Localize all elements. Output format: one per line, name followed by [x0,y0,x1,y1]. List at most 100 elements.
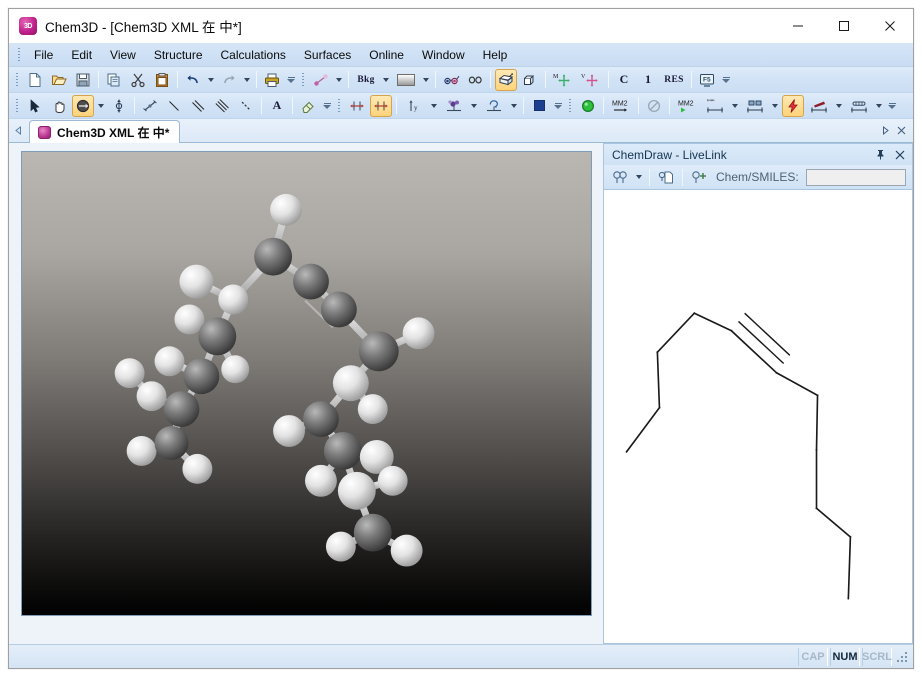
perspective-box-button[interactable] [495,68,517,91]
show-serial-numbers-button[interactable]: 1 [637,69,659,91]
move-model-button[interactable]: M [550,69,576,91]
frames-dropdown-arrow-icon[interactable] [769,95,781,117]
rotate-tool-dropdown-arrow-icon[interactable] [95,95,107,117]
rotate-dial-dropdown-arrow-icon[interactable] [508,95,520,117]
stereo-pair-button[interactable] [464,69,486,91]
menu-surfaces[interactable]: Surfaces [295,45,360,65]
minimize-energy-button[interactable] [577,95,599,117]
background-color-button[interactable]: Bkg [353,69,379,91]
gradient-dropdown-arrow-icon[interactable] [420,69,432,91]
minimize-button[interactable] [775,9,821,43]
tab-scroll-left-arrow-icon[interactable] [9,119,27,142]
ribbon-dropdown-arrow-icon[interactable] [833,95,845,117]
pin-icon[interactable] [872,146,889,164]
maximize-button[interactable] [821,9,867,43]
livelink-close-icon[interactable] [891,146,908,164]
cut-button[interactable] [127,69,149,91]
menu-help[interactable]: Help [474,45,517,65]
redo-button[interactable] [218,69,240,91]
menu-online[interactable]: Online [360,45,413,65]
view-crosshair-button[interactable]: V [578,69,604,91]
menu-view[interactable]: View [101,45,145,65]
rotate-dial-button[interactable] [481,95,507,117]
frames-button[interactable] [742,95,768,117]
pan-tool[interactable] [48,95,70,117]
trajectory-dropdown-arrow-icon[interactable] [729,95,741,117]
double-bond-tool[interactable] [187,95,209,117]
measure-toolbar-overflow-button[interactable] [552,95,564,117]
eraser-tool[interactable] [297,95,319,117]
show-carbons-button[interactable]: C [613,69,635,91]
menubar-drag-handle[interactable] [15,46,23,64]
measure-toolbar-drag-handle[interactable] [335,97,343,115]
resize-grip[interactable] [894,648,910,666]
background-gradient-button[interactable] [393,69,419,91]
single-bond-tool[interactable] [163,95,185,117]
calc-toolbar-overflow-button[interactable] [886,95,898,117]
display-toolbar-overflow-button[interactable] [720,69,732,91]
dashed-bond-tool[interactable] [235,95,257,117]
stop-calculation-button[interactable] [643,95,665,117]
model-display-dropdown-arrow-icon[interactable] [333,69,345,91]
model-display-button[interactable] [310,69,332,91]
document-tab[interactable]: Chem3D XML 在 中* [29,120,181,143]
stereo-glasses-button[interactable] [440,69,462,91]
measure-angle-button[interactable] [370,94,392,117]
translate-tool[interactable] [139,95,161,117]
redo-dropdown-arrow-icon[interactable] [241,69,253,91]
fullscreen-button[interactable]: F5 [696,69,718,91]
ribbon-button[interactable] [806,95,832,117]
menu-file[interactable]: File [25,45,62,65]
smiles-input[interactable] [805,168,906,186]
atom-color-dropdown-arrow-icon[interactable] [468,95,480,117]
livelink-copy-structure-button[interactable] [609,166,631,188]
trajectory-button[interactable]: ""'' [702,95,728,117]
rotate-tool[interactable] [72,94,94,117]
menu-calculations[interactable]: Calculations [212,45,295,65]
axis-tool-button[interactable]: y [401,95,427,117]
copy-button[interactable] [103,69,125,91]
open-document-button[interactable] [48,69,70,91]
undo-dropdown-arrow-icon[interactable] [205,69,217,91]
solid-color-button[interactable] [528,95,550,117]
background-dropdown-arrow-icon[interactable] [380,69,392,91]
lightning-button[interactable] [782,94,804,117]
close-button[interactable] [867,9,913,43]
livelink-add-structure-button[interactable] [688,166,710,188]
select-tool[interactable] [24,95,46,117]
toolbar-separator [177,71,178,88]
mm2-run-button[interactable]: MM2 [608,95,634,117]
menu-edit[interactable]: Edit [62,45,101,65]
atom-color-button[interactable] [441,95,467,117]
main-toolbar-overflow-button[interactable] [285,69,297,91]
projection-box-button[interactable] [519,69,541,91]
undo-button[interactable] [182,69,204,91]
main-toolbar-drag-handle[interactable] [13,71,21,89]
text-tool[interactable]: A [266,95,288,117]
livelink-paste-structure-button[interactable] [655,166,677,188]
print-button[interactable] [261,69,283,91]
menu-structure[interactable]: Structure [145,45,212,65]
measure-distance-button[interactable] [346,95,368,117]
calc-toolbar-drag-handle[interactable] [566,97,574,115]
livelink-structure-canvas[interactable] [603,189,913,644]
3d-model-viewport[interactable] [21,151,592,616]
capsule-dropdown-arrow-icon[interactable] [873,95,885,117]
tab-scroll-right-arrow-icon[interactable] [877,121,893,141]
build-toolbar-drag-handle[interactable] [13,97,21,115]
paste-button[interactable] [151,69,173,91]
new-document-button[interactable] [24,69,46,91]
triple-bond-tool[interactable] [211,95,233,117]
build-toolbar-overflow-button[interactable] [321,95,333,117]
tab-close-icon[interactable] [893,121,909,141]
mm2-play-button[interactable]: MM2 [674,95,700,117]
show-residues-button[interactable]: RES [661,69,687,91]
axis-dropdown-arrow-icon[interactable] [428,95,440,117]
text-a-icon: A [272,98,282,112]
save-document-button[interactable] [72,69,94,91]
capsule-button[interactable] [846,95,872,117]
livelink-copy-dropdown-arrow-icon[interactable] [633,166,645,188]
zoom-tool[interactable] [108,95,130,117]
display-toolbar-drag-handle[interactable] [299,71,307,89]
menu-window[interactable]: Window [413,45,474,65]
